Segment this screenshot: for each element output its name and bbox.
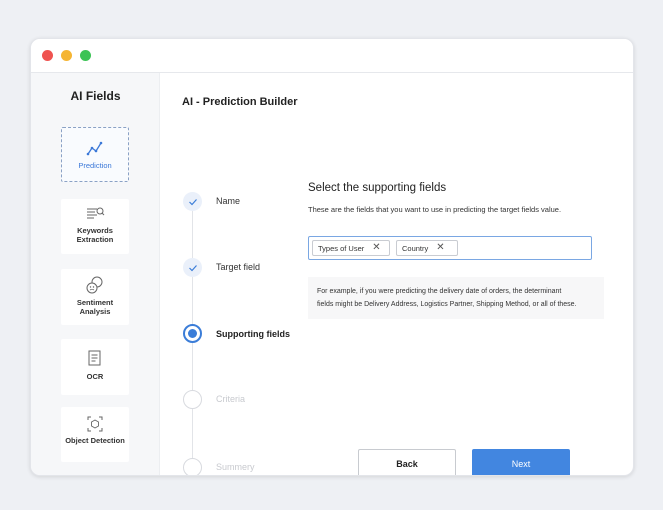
field-chip: Country ✕: [396, 240, 458, 256]
remove-chip-icon[interactable]: ✕: [372, 243, 380, 253]
next-button[interactable]: Next: [472, 449, 570, 475]
section-description: These are the fields that you want to us…: [308, 205, 562, 214]
supporting-fields-input[interactable]: Types of User ✕ Country ✕: [308, 236, 592, 260]
document-scan-icon: [88, 350, 101, 366]
hint-box: For example, if you were predicting the …: [308, 277, 604, 319]
sidebar-item-ocr[interactable]: OCR: [61, 339, 129, 395]
sidebar-item-sentiment-analysis[interactable]: Sentiment Analysis: [61, 269, 129, 325]
step-summery-indicator: [183, 458, 202, 475]
sidebar: AI Fields Prediction Keywords Extraction: [31, 73, 160, 475]
trend-chart-icon: [86, 141, 103, 156]
sidebar-item-label: Object Detection: [65, 436, 125, 445]
step-name-indicator: [183, 192, 202, 211]
minimize-window-button[interactable]: [61, 50, 72, 61]
step-supporting-fields-indicator: [183, 324, 202, 343]
step-supporting-fields-label[interactable]: Supporting fields: [216, 329, 290, 339]
object-scan-icon: [87, 416, 103, 432]
keywords-icon: [87, 207, 105, 219]
chip-label: Types of User: [318, 243, 365, 253]
sidebar-item-label: Keywords Extraction: [76, 226, 114, 244]
sidebar-item-label: Sentiment Analysis: [76, 298, 114, 316]
page-title: AI - Prediction Builder: [182, 96, 298, 108]
check-icon: [188, 264, 197, 271]
step-criteria-label[interactable]: Criteria: [216, 394, 245, 404]
step-name-label[interactable]: Name: [216, 196, 240, 206]
sidebar-item-prediction[interactable]: Prediction: [61, 127, 129, 182]
step-target-field-label[interactable]: Target field: [216, 262, 260, 272]
maximize-window-button[interactable]: [80, 50, 91, 61]
remove-chip-icon[interactable]: ✕: [436, 243, 444, 253]
step-criteria-indicator: [183, 390, 202, 409]
title-bar: [31, 39, 633, 73]
hint-text: For example, if you were predicting the …: [317, 288, 562, 295]
check-icon: [188, 198, 197, 205]
step-target-field-indicator: [183, 258, 202, 277]
section-title: Select the supporting fields: [308, 182, 447, 194]
field-chip: Types of User ✕: [312, 240, 390, 256]
chip-label: Country: [402, 243, 429, 253]
close-window-button[interactable]: [42, 50, 53, 61]
sentiment-face-icon: [86, 276, 103, 294]
sidebar-item-label: Prediction: [78, 161, 112, 170]
hint-text: fields might be Delivery Address, Logist…: [317, 301, 577, 308]
sidebar-item-keywords-extraction[interactable]: Keywords Extraction: [61, 199, 129, 254]
sidebar-item-label: OCR: [86, 372, 104, 381]
back-button[interactable]: Back: [358, 449, 456, 475]
app-window: AI Fields Prediction Keywords Extraction: [30, 38, 634, 476]
main-panel: AI - Prediction Builder Name Target fiel…: [161, 73, 633, 475]
step-summery-label[interactable]: Summery: [216, 462, 255, 472]
sidebar-item-object-detection[interactable]: Object Detection: [61, 407, 129, 462]
sidebar-title: AI Fields: [70, 89, 121, 103]
